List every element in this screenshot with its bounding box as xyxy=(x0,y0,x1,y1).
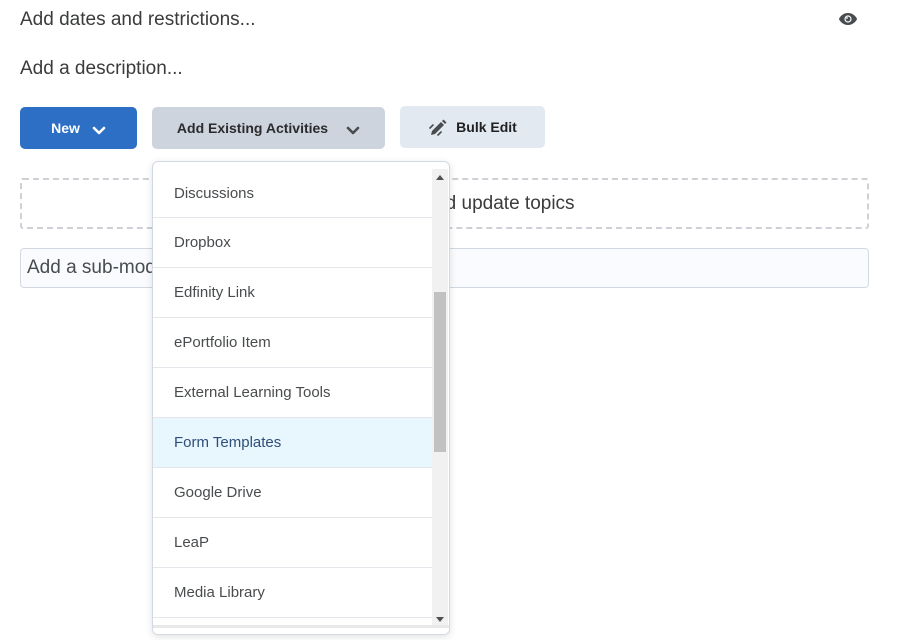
scrollbar-thumb[interactable] xyxy=(434,292,446,452)
menu-item-external-learning-tools[interactable]: External Learning Tools xyxy=(153,368,433,418)
add-description-link[interactable]: Add a description... xyxy=(20,58,183,80)
add-dates-restrictions-link[interactable]: Add dates and restrictions... xyxy=(20,9,256,31)
new-button[interactable]: New xyxy=(20,107,137,149)
chevron-down-icon xyxy=(346,123,360,135)
bulk-edit-label: Bulk Edit xyxy=(456,119,517,135)
menu-item-dropbox[interactable]: Dropbox xyxy=(153,218,433,268)
menu-item-google-drive[interactable]: Google Drive xyxy=(153,468,433,518)
menu-scrollbar[interactable] xyxy=(432,169,448,627)
add-existing-activities-button[interactable]: Add Existing Activities xyxy=(152,107,385,149)
scroll-up-arrow-icon[interactable] xyxy=(432,169,448,185)
eye-icon[interactable] xyxy=(838,11,858,27)
activities-list: Discussions Dropbox Edfinity Link ePortf… xyxy=(153,169,433,627)
add-existing-activities-menu: Discussions Dropbox Edfinity Link ePortf… xyxy=(152,161,450,635)
menu-item-leap[interactable]: LeaP xyxy=(153,518,433,568)
pencil-icon xyxy=(428,117,448,137)
menu-bottom-edge xyxy=(153,625,449,634)
bulk-edit-button[interactable]: Bulk Edit xyxy=(400,106,545,148)
menu-item-form-templates[interactable]: Form Templates xyxy=(153,418,433,468)
menu-item-discussions[interactable]: Discussions xyxy=(153,169,433,218)
new-button-label: New xyxy=(51,120,80,136)
add-existing-activities-label: Add Existing Activities xyxy=(176,120,329,136)
menu-item-eportfolio-item[interactable]: ePortfolio Item xyxy=(153,318,433,368)
chevron-down-icon xyxy=(92,123,106,135)
menu-item-media-library[interactable]: Media Library xyxy=(153,568,433,618)
menu-item-edfinity-link[interactable]: Edfinity Link xyxy=(153,268,433,318)
